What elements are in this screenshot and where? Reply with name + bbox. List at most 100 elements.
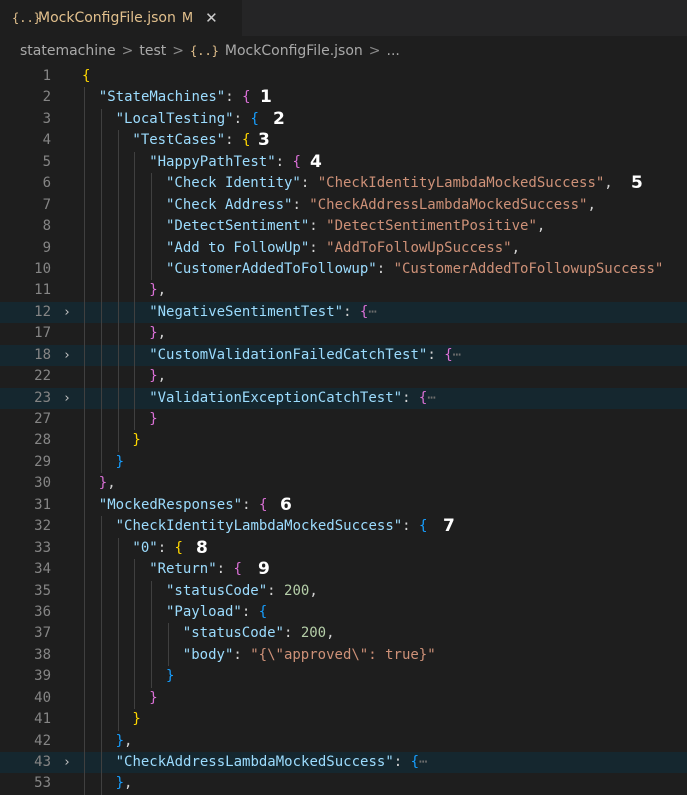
code-editor[interactable]: 1{2 "StateMachines": {1 3 "LocalTesting": {…: [0, 66, 687, 795]
code-line[interactable]: 23 › "ValidationExceptionCatchTest": {⋯: [0, 387, 687, 409]
code-line[interactable]: 22},: [0, 366, 687, 388]
line-number: 10: [34, 260, 51, 277]
code-token: "Check Identity": [166, 175, 301, 192]
code-token: }: [166, 668, 175, 685]
code-line[interactable]: 33 "0": {8: [0, 537, 687, 560]
indent-guide: [84, 216, 85, 238]
code-token: }: [132, 711, 141, 728]
indent-guide: [100, 216, 102, 238]
code-line[interactable]: 34 "Return": {9: [0, 559, 687, 581]
code-line[interactable]: 31 "MockedResponses": {6: [0, 494, 687, 517]
code-line[interactable]: 4 "TestCases": {3: [0, 130, 687, 152]
code-line[interactable]: 53},: [0, 773, 687, 795]
code-content: "Add to FollowUp": "AddToFollowUpSuccess…: [166, 238, 520, 259]
code-line[interactable]: 39}: [0, 666, 687, 688]
code-content: },: [149, 323, 166, 344]
annotation-number: 7: [443, 516, 455, 537]
code-line[interactable]: 17},: [0, 323, 687, 345]
code-token: }: [149, 325, 158, 342]
code-line[interactable]: 11},: [0, 280, 687, 302]
breadcrumb-item-test[interactable]: test: [139, 43, 166, 59]
chevron-right-icon[interactable]: ›: [63, 388, 71, 409]
code-content: "statusCode": 200,: [183, 623, 335, 644]
code-token: :: [309, 218, 327, 235]
code-line[interactable]: 29}: [0, 451, 687, 474]
code-token: "CustomValidationFailedCatchTest": [149, 346, 428, 363]
indent-guide: [134, 559, 136, 581]
code-token: }: [132, 432, 141, 449]
code-line[interactable]: 5 "HappyPathTest": {4: [0, 151, 687, 174]
code-line[interactable]: 42},: [0, 730, 687, 752]
code-line[interactable]: 30},: [0, 473, 687, 495]
code-line[interactable]: 3 "LocalTesting": {2: [0, 108, 687, 131]
code-line[interactable]: 41}: [0, 709, 687, 731]
code-token: :: [300, 175, 318, 192]
code-line[interactable]: 37 "statusCode": 200,: [0, 623, 687, 645]
indent-guide: [134, 409, 136, 431]
chevron-right-icon[interactable]: ›: [63, 345, 71, 366]
code-token: :: [242, 496, 259, 513]
code-line[interactable]: 28}: [0, 430, 687, 452]
indent-guide: [84, 773, 85, 795]
code-line[interactable]: 35 "statusCode": 200,: [0, 580, 687, 602]
code-line[interactable]: 12 › "NegativeSentimentTest": {⋯: [0, 301, 687, 324]
code-line[interactable]: 32 "CheckIdentityLambdaMockedSuccess": {7: [0, 516, 687, 538]
code-token: "TestCases": [132, 132, 226, 149]
breadcrumb-item-more[interactable]: ...: [387, 43, 400, 59]
line-number: 6: [42, 175, 51, 192]
code-line[interactable]: 10 "CustomerAddedToFollowup": "CustomerAd…: [0, 258, 687, 281]
indent-guide: [134, 216, 136, 238]
breadcrumb: statemachine > test > {..} MockConfigFil…: [0, 36, 687, 66]
code-content: },: [99, 473, 116, 494]
code-content: "LocalTesting": {: [116, 109, 259, 130]
close-icon[interactable]: ✕: [205, 9, 218, 27]
indent-guide: [84, 108, 85, 131]
code-token: :: [241, 603, 259, 620]
code-line[interactable]: 9 "Add to FollowUp": "AddToFollowUpSucces…: [0, 237, 687, 259]
indent-guide: [100, 451, 102, 474]
code-token: {: [82, 68, 91, 84]
code-token: {: [258, 496, 268, 513]
code-line[interactable]: 40}: [0, 687, 687, 710]
code-token: "0": [132, 539, 158, 556]
indent-guide: [134, 280, 136, 302]
line-number: 36: [34, 603, 51, 620]
chevron-right-icon[interactable]: ›: [63, 752, 71, 773]
code-line[interactable]: 38 "body": "{\"approved\": true}": [0, 644, 687, 667]
code-line[interactable]: 2 "StateMachines": {1: [0, 87, 687, 109]
breadcrumb-item-file[interactable]: MockConfigFile.json: [225, 43, 363, 59]
chevron-right-icon[interactable]: ›: [63, 302, 71, 323]
code-token: "CustomerAddedToFollowupSuccess": [393, 260, 664, 277]
line-number: 7: [42, 196, 51, 213]
code-token: :: [393, 754, 411, 770]
code-content: }: [132, 709, 140, 730]
code-token: {: [242, 89, 251, 106]
code-token: "NegativeSentimentTest": [149, 303, 344, 320]
code-line[interactable]: 27}: [0, 409, 687, 431]
code-line[interactable]: 43 › "CheckAddressLambdaMockedSuccess": {⋯: [0, 752, 687, 774]
code-content: "Check Identity": "CheckIdentityLambdaMo…: [166, 173, 613, 194]
code-content: "CheckAddressLambdaMockedSuccess": {⋯: [116, 752, 428, 773]
code-token: :: [157, 539, 175, 556]
indent-guide: [84, 258, 85, 281]
code-line[interactable]: 36 "Payload": {: [0, 601, 687, 624]
code-content: "Return": {: [149, 559, 242, 580]
code-line[interactable]: 7 "Check Address": "CheckAddressLambdaMoc…: [0, 194, 687, 217]
indent-guide: [134, 237, 136, 259]
indent-guide: [84, 580, 85, 602]
modified-indicator: M: [181, 10, 194, 26]
indent-guide: [100, 773, 102, 795]
code-token: :: [427, 346, 445, 363]
code-line[interactable]: 1{: [0, 66, 687, 87]
line-number: 53: [34, 775, 51, 792]
indent-guide: [84, 194, 85, 217]
code-content: "NegativeSentimentTest": {⋯: [149, 302, 377, 323]
code-content: "Payload": {: [166, 602, 267, 623]
indent-guide: [84, 344, 85, 367]
code-line[interactable]: 18 › "CustomValidationFailedCatchTest": {⋯: [0, 344, 687, 367]
indent-guide: [84, 387, 85, 409]
tab-mockconfigfile[interactable]: {..} MockConfigFile.json M ✕: [0, 0, 242, 36]
code-line[interactable]: 8 "DetectSentiment": "DetectSentimentPosi…: [0, 216, 687, 238]
breadcrumb-item-statemachine[interactable]: statemachine: [20, 43, 116, 59]
code-line[interactable]: 6 "Check Identity": "CheckIdentityLambdaM…: [0, 173, 687, 195]
